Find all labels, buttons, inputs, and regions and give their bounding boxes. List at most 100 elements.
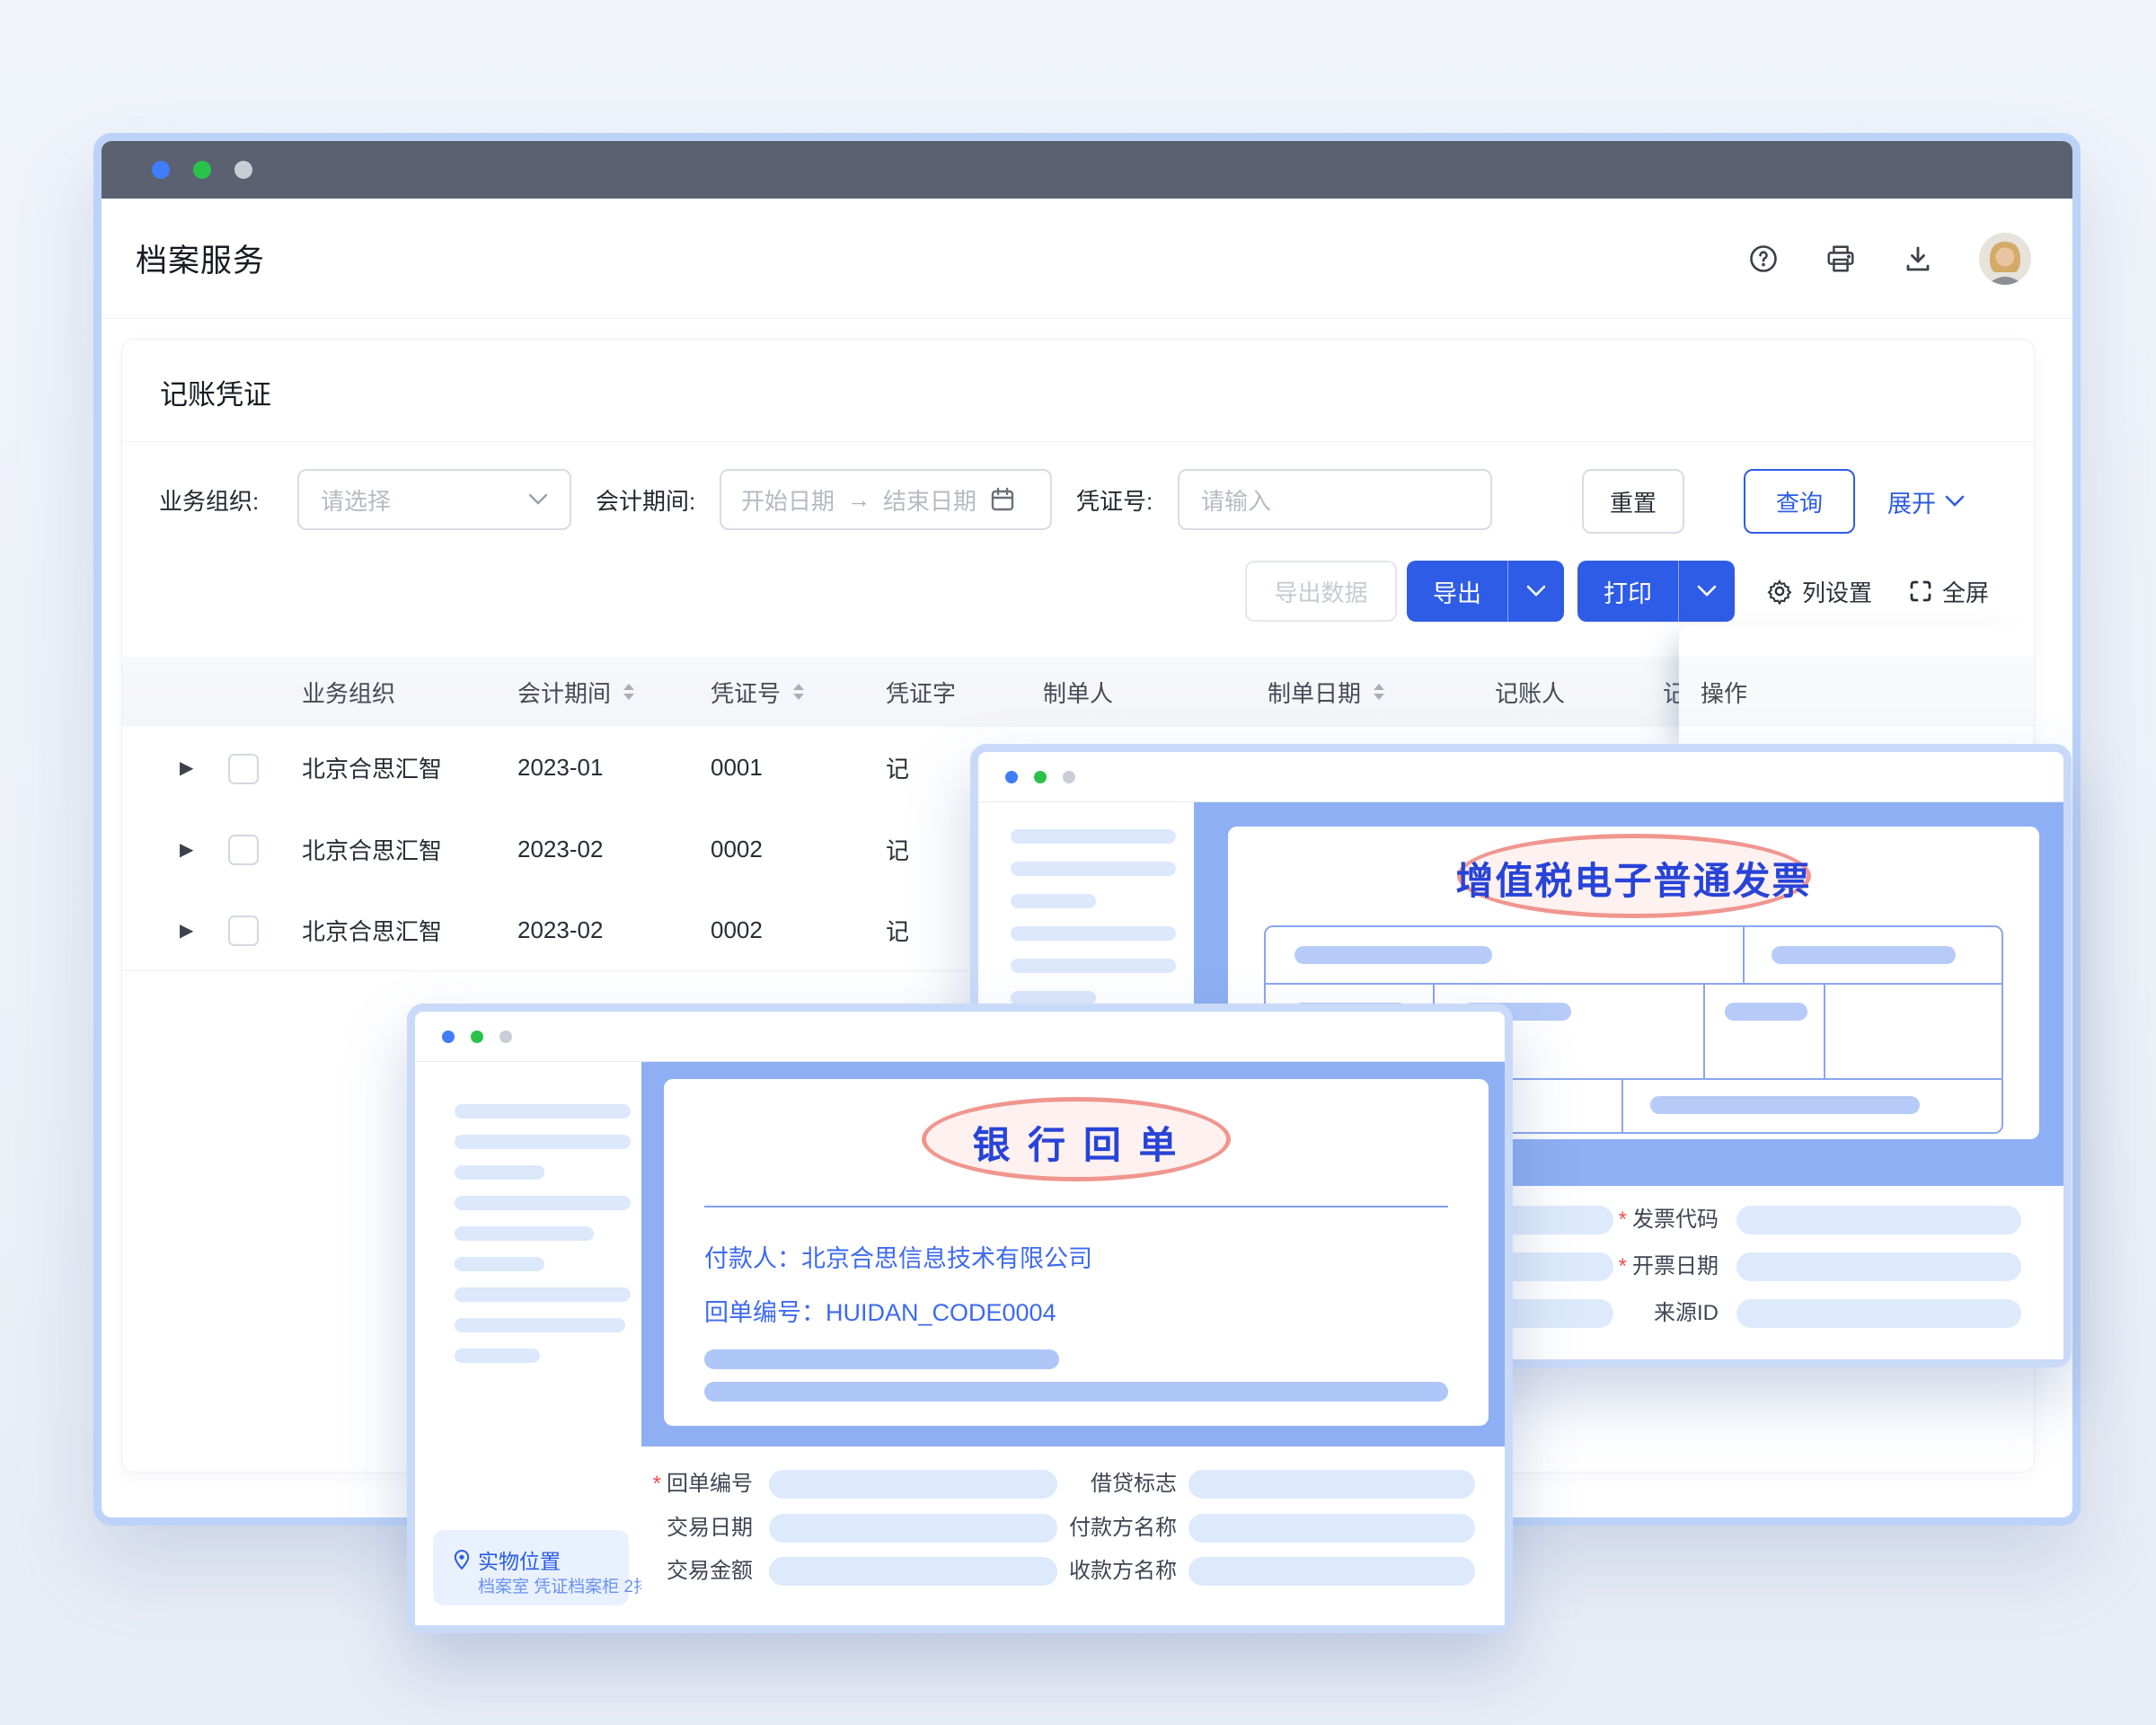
field-label: 来源ID [1654, 1298, 1719, 1329]
expand-filters-link[interactable]: 展开 [1887, 469, 1965, 534]
chevron-down-icon [1945, 495, 1965, 508]
column-header[interactable]: 制单日期 [1268, 657, 1386, 727]
row-checkbox[interactable] [228, 754, 259, 784]
print-icon[interactable] [1825, 243, 1857, 275]
export-split-button[interactable]: 导出 [1407, 561, 1564, 622]
physical-location-box: 实物位置 档案室 凭证档案柜 2排1层 [433, 1530, 629, 1606]
org-select[interactable]: 请选择 [297, 469, 571, 530]
row-checkbox[interactable] [228, 835, 259, 865]
reset-button[interactable]: 重置 [1582, 469, 1684, 534]
form-row: 交易日期付款方名称 [641, 1513, 1505, 1544]
expand-row-icon[interactable]: ▶ [180, 889, 193, 970]
sidebar-skeleton-bar [1011, 829, 1176, 844]
payer-label: 付款人： [704, 1245, 801, 1272]
period-range-picker[interactable]: 开始日期 → 结束日期 [720, 469, 1052, 530]
field-input[interactable] [769, 1557, 1057, 1586]
sidebar-skeleton-bar [1011, 959, 1176, 973]
row-checkbox[interactable] [228, 916, 259, 946]
org-select-placeholder: 请选择 [321, 483, 391, 517]
sort-caret-icon[interactable] [1372, 681, 1386, 703]
field-input[interactable] [1188, 1470, 1475, 1499]
print-button[interactable]: 打印 [1577, 561, 1678, 622]
cell-voucher_no: 0002 [711, 809, 763, 889]
field-input[interactable] [1736, 1252, 2021, 1281]
user-avatar[interactable] [1979, 233, 2031, 285]
required-asterisk: * [1619, 1208, 1627, 1232]
sidebar-skeleton-bar [455, 1318, 625, 1332]
sort-caret-icon[interactable] [622, 681, 636, 703]
divider [704, 1206, 1448, 1208]
column-header: 制单人 [1043, 657, 1113, 727]
window-close-dot[interactable] [152, 161, 170, 179]
export-dropdown-button[interactable] [1507, 561, 1564, 622]
chevron-down-icon [1526, 585, 1546, 597]
receipt-title: 银 行 回 单 [664, 1115, 1489, 1170]
window-minimize-dot[interactable] [1034, 771, 1047, 783]
sidebar-skeleton-bar [455, 1287, 631, 1302]
window-minimize-dot[interactable] [193, 161, 211, 179]
field-input[interactable] [1736, 1299, 2021, 1328]
invoice-window-titlebar [978, 752, 2063, 802]
app-header: 档案服务 [102, 199, 2072, 319]
field-label: 交易日期 [667, 1513, 753, 1544]
receipt-no-line: 回单编号：HUIDAN_CODE0004 [704, 1293, 1056, 1328]
receipt-sidebar: 实物位置 档案室 凭证档案柜 2排1层 [415, 1062, 642, 1625]
export-data-button[interactable]: 导出数据 [1245, 561, 1397, 622]
voucher-filter-label: 凭证号: [1076, 469, 1153, 534]
column-header: 业务组织 [302, 657, 395, 727]
sort-caret-icon[interactable] [791, 681, 806, 703]
column-header: 记账人 [1495, 657, 1565, 727]
window-close-dot[interactable] [442, 1031, 455, 1043]
help-icon[interactable] [1747, 243, 1780, 275]
sidebar-skeleton-bar [1011, 862, 1176, 876]
field-label: 交易金额 [667, 1556, 753, 1587]
field-label: *回单编号 [653, 1469, 753, 1499]
fullscreen-icon [1908, 579, 1933, 604]
window-maximize-dot[interactable] [499, 1031, 512, 1043]
org-filter-label: 业务组织: [159, 469, 259, 534]
cell-voucher_no: 0002 [711, 889, 763, 970]
payer-value: 北京合思信息技术有限公司 [801, 1245, 1092, 1272]
column-header[interactable]: 会计期间 [517, 657, 636, 727]
print-split-button[interactable]: 打印 [1577, 561, 1735, 622]
cell-voucher_word: 记 [886, 809, 909, 889]
location-pin-icon [453, 1549, 471, 1570]
period-end-placeholder: 结束日期 [883, 483, 976, 517]
expand-filters-label: 展开 [1887, 484, 1936, 519]
cell-voucher_word: 记 [886, 889, 909, 970]
window-maximize-dot[interactable] [234, 161, 252, 179]
field-input[interactable] [1736, 1206, 2021, 1234]
field-input[interactable] [1188, 1514, 1475, 1543]
download-icon[interactable] [1902, 243, 1934, 275]
field-label: *发票代码 [1619, 1205, 1719, 1235]
calendar-icon [989, 486, 1016, 513]
sidebar-skeleton-bar [455, 1196, 631, 1210]
operation-fixed-column: 操作 [1679, 625, 2034, 755]
field-input[interactable] [769, 1470, 1057, 1499]
voucher-no-input[interactable]: 请输入 [1178, 469, 1492, 530]
receipt-no-value: HUIDAN_CODE0004 [826, 1299, 1056, 1326]
window-maximize-dot[interactable] [1063, 771, 1075, 783]
gear-icon [1766, 578, 1793, 605]
column-settings-button[interactable]: 列设置 [1766, 561, 1872, 622]
section-title: 记账凭证 [160, 372, 271, 412]
window-close-dot[interactable] [1005, 771, 1018, 783]
sidebar-skeleton-bar [455, 1165, 544, 1180]
window-minimize-dot[interactable] [471, 1031, 483, 1043]
search-button[interactable]: 查询 [1744, 469, 1855, 534]
print-dropdown-button[interactable] [1678, 561, 1735, 622]
chevron-down-icon [528, 493, 548, 506]
export-button[interactable]: 导出 [1407, 561, 1507, 622]
column-header[interactable]: 凭证号 [711, 657, 806, 727]
sidebar-skeleton-bar [455, 1349, 540, 1363]
column-header: 凭证字 [886, 657, 956, 727]
expand-row-icon[interactable]: ▶ [180, 727, 193, 809]
column-header-operation: 操作 [1701, 657, 1747, 727]
sidebar-skeleton-bar [1011, 926, 1176, 941]
skeleton-bar [704, 1349, 1059, 1369]
expand-row-icon[interactable]: ▶ [180, 809, 193, 889]
fullscreen-button[interactable]: 全屏 [1908, 561, 1989, 622]
cell-period: 2023-02 [517, 809, 603, 889]
field-input[interactable] [1188, 1557, 1475, 1586]
field-input[interactable] [769, 1514, 1057, 1543]
